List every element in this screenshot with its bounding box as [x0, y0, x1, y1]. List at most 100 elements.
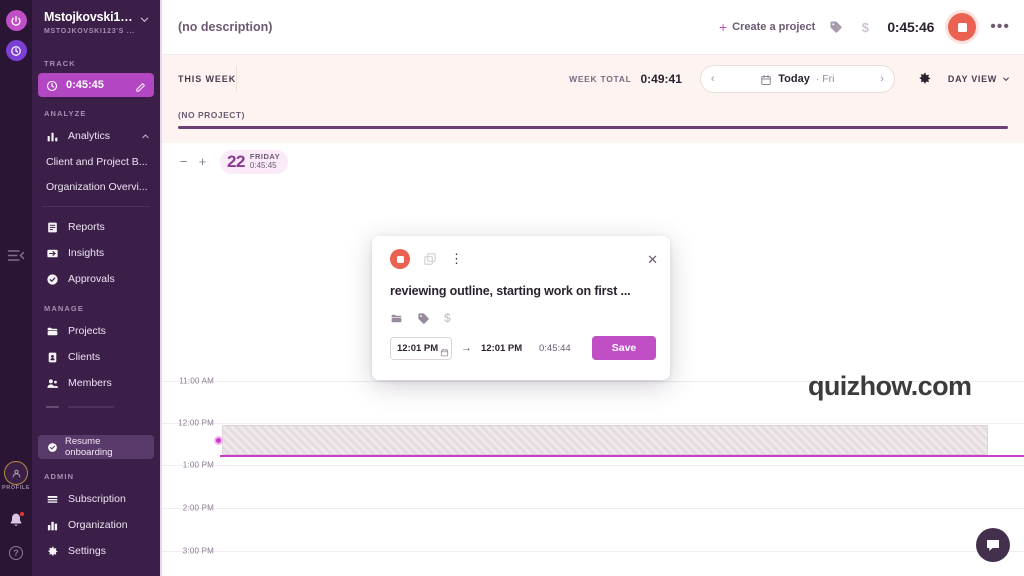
chevron-down-icon — [1002, 75, 1010, 83]
notification-bell-icon[interactable] — [8, 511, 25, 528]
hour-label: 12:00 PM — [178, 418, 214, 427]
more-vertical-icon[interactable]: ⋮ — [450, 252, 464, 265]
sidebar-item-analytics[interactable]: Analytics — [32, 123, 160, 149]
create-project-label: Create a project — [732, 21, 816, 33]
end-time-value[interactable]: 12:01 PM — [481, 343, 529, 354]
day-chip[interactable]: 22 FRIDAY 0:45:45 — [220, 149, 289, 174]
entry-description[interactable]: (no description) — [178, 20, 719, 34]
this-week-label: THIS WEEK — [178, 73, 237, 84]
power-logo-icon[interactable] — [5, 10, 27, 31]
zoom-in-button[interactable]: + — [197, 154, 208, 169]
sidebar-item-label: Insights — [68, 247, 105, 259]
insights-icon — [46, 247, 59, 260]
date-today-label: Today — [778, 72, 810, 85]
close-icon[interactable]: ✕ — [647, 253, 658, 266]
zoom-out-button[interactable]: − — [178, 154, 189, 169]
current-time-line — [220, 454, 1024, 457]
stop-icon — [957, 22, 967, 32]
sidebar-item-insights[interactable]: Insights — [32, 240, 160, 266]
tag-icon[interactable] — [829, 20, 843, 34]
sidebar-item-organization[interactable]: Organization — [32, 512, 160, 538]
section-label-admin: ADMIN — [44, 472, 75, 481]
placeholder-label — [68, 405, 114, 409]
edit-pencil-icon[interactable] — [135, 80, 146, 92]
sidebar-timer-value: 0:45:45 — [66, 79, 104, 91]
workspace-subtitle: MSTOJKOVSKI123'S ... — [44, 28, 135, 35]
sidebar-item-label: Approvals — [68, 273, 115, 285]
more-horizontal-icon[interactable]: ••• — [990, 19, 1010, 34]
section-label-manage: MANAGE — [44, 304, 84, 313]
hour-label: 2:00 PM — [182, 503, 214, 512]
help-icon[interactable]: ? — [9, 546, 23, 560]
sidebar-item-label: Subscription — [68, 493, 126, 505]
gear-icon — [46, 545, 59, 558]
gear-icon[interactable] — [917, 71, 932, 86]
sidebar-item-organization-overview[interactable]: Organization Overvi... — [32, 174, 160, 199]
create-project-button[interactable]: + Create a project — [719, 20, 815, 34]
section-label-track: TRACK — [44, 59, 76, 68]
reports-icon — [46, 221, 59, 234]
date-display[interactable]: Today · Fri — [715, 73, 881, 85]
sidebar-item-settings[interactable]: Settings — [32, 538, 160, 564]
watermark: quizhow.com — [808, 370, 972, 401]
clock-icon — [46, 79, 58, 92]
save-button[interactable]: Save — [592, 336, 656, 360]
calendar-icon[interactable] — [440, 344, 449, 356]
resume-onboarding-button[interactable]: Resume onboarding — [38, 435, 154, 459]
sidebar-item-approvals[interactable]: Approvals — [32, 266, 160, 292]
stop-timer-button[interactable] — [948, 13, 977, 41]
tag-icon[interactable] — [417, 312, 430, 325]
sidebar-item-label: Projects — [68, 325, 106, 337]
day-duration: 0:45:45 — [249, 161, 277, 171]
dollar-icon[interactable]: $ — [859, 20, 871, 35]
collapse-sidebar-icon[interactable] — [7, 248, 25, 262]
check-circle-icon — [47, 442, 58, 453]
header-timer-value: 0:45:46 — [887, 19, 935, 35]
view-mode-label: DAY VIEW — [947, 73, 997, 84]
day-number: 22 — [227, 151, 245, 171]
popup-entry-title[interactable]: reviewing outline, starting work on firs… — [372, 269, 670, 298]
date-navigator: ‹ Today · Fri › — [699, 64, 895, 93]
time-entry-block[interactable] — [222, 424, 988, 455]
popup-time-row: 12:01 PM → 12:01 PM 0:45:44 Save — [372, 325, 670, 360]
view-mode-selector[interactable]: DAY VIEW — [948, 74, 1010, 84]
sidebar-item-clients[interactable]: Clients — [32, 344, 160, 370]
check-circle-icon — [46, 273, 59, 286]
next-day-button[interactable]: › — [880, 73, 884, 85]
sidebar-item-label: Organization — [68, 519, 128, 531]
time-entry-popup: ⋮ ✕ reviewing outline, starting work on … — [372, 236, 670, 380]
app-window: PROFILE ? Mstojkovski12... MSTOJKOVSKI12… — [0, 0, 1024, 576]
contact-card-icon — [46, 351, 59, 364]
chevron-up-icon[interactable] — [141, 132, 150, 141]
resume-onboarding-label: Resume onboarding — [65, 436, 113, 458]
sidebar-item-projects[interactable]: Projects — [32, 318, 160, 344]
sidebar-item-reports[interactable]: Reports — [32, 214, 160, 240]
sidebar-item-client-and-project-b[interactable]: Client and Project B... — [32, 149, 160, 174]
duplicate-icon[interactable] — [423, 252, 437, 266]
placeholder-icon — [46, 405, 59, 409]
chat-bubble-icon[interactable] — [976, 528, 1010, 562]
chevron-down-icon[interactable] — [139, 12, 150, 23]
folder-icon[interactable] — [390, 312, 403, 325]
sidebar-item-label: Members — [68, 377, 112, 389]
sidebar: Mstojkovski12... MSTOJKOVSKI123'S ... TR… — [32, 0, 160, 576]
popup-stop-button[interactable] — [390, 249, 410, 269]
current-time-marker — [214, 435, 223, 445]
sidebar-item-members[interactable]: Members — [32, 370, 160, 396]
hour-label: 3:00 PM — [182, 546, 214, 555]
admin-section: ADMIN Subscription Organization Settings — [32, 472, 160, 564]
project-row-spacer — [160, 128, 1024, 143]
notification-dot — [19, 511, 25, 517]
dollar-icon[interactable]: $ — [444, 311, 451, 325]
sidebar-item-subscription[interactable]: Subscription — [32, 486, 160, 512]
clock-logo-icon[interactable] — [5, 40, 27, 61]
members-icon — [46, 377, 59, 390]
sidebar-timer[interactable]: 0:45:45 — [38, 73, 154, 97]
workspace-switcher[interactable]: Mstojkovski12... MSTOJKOVSKI123'S ... — [32, 0, 160, 43]
folder-icon — [46, 325, 59, 338]
start-time-input[interactable]: 12:01 PM — [390, 336, 452, 360]
avatar[interactable] — [4, 461, 28, 485]
section-label-analyze: ANALYZE — [44, 109, 87, 118]
day-header: − + 22 FRIDAY 0:45:45 — [160, 142, 1024, 181]
time-arrow-icon: → — [461, 342, 472, 354]
